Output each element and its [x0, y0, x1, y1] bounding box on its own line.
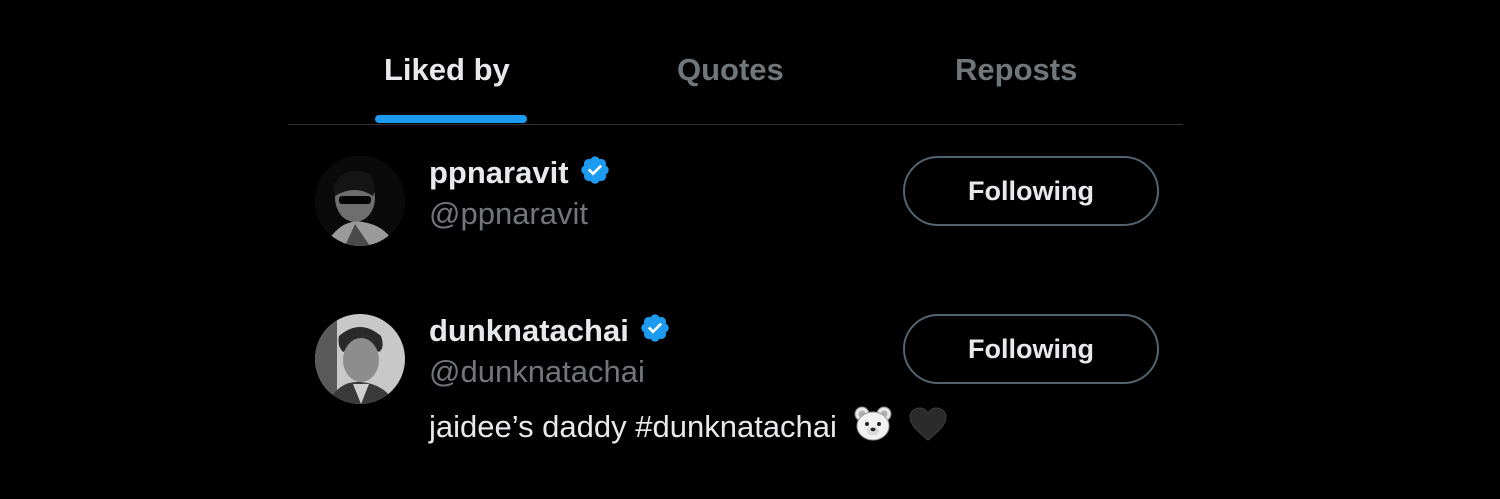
following-button[interactable]: Following — [903, 314, 1159, 384]
display-name-text[interactable]: ppnaravit — [429, 155, 569, 190]
user-list-item[interactable]: ppnaravit @ppnaravit Following — [288, 150, 1183, 260]
user-list-item[interactable]: dunknatachai @dunknatachai Following jai… — [288, 308, 1183, 448]
user-handle[interactable]: @ppnaravit — [429, 196, 588, 232]
black-heart-emoji-icon — [908, 406, 948, 450]
tab-reposts[interactable]: Reposts — [955, 52, 1077, 88]
liked-by-page: Liked by Quotes Reposts ppnaravit @ppnar… — [0, 0, 1500, 499]
display-name[interactable]: ppnaravit — [429, 154, 611, 191]
avatar[interactable] — [315, 156, 405, 246]
verified-badge-icon — [580, 156, 609, 184]
bio-text: jaidee’s daddy #dunknatachai — [429, 409, 837, 444]
tab-quotes[interactable]: Quotes — [677, 52, 784, 88]
tab-liked-by[interactable]: Liked by — [384, 52, 510, 88]
bear-face-emoji-icon — [854, 406, 892, 450]
avatar[interactable] — [315, 314, 405, 404]
verified-badge-icon — [641, 314, 669, 342]
display-name[interactable]: dunknatachai — [429, 312, 671, 349]
user-handle[interactable]: @dunknatachai — [429, 354, 645, 390]
tab-bar: Liked by Quotes Reposts — [288, 0, 1183, 125]
following-button[interactable]: Following — [903, 156, 1159, 226]
active-tab-indicator — [375, 115, 527, 123]
display-name-text[interactable]: dunknatachai — [429, 313, 629, 348]
user-bio: jaidee’s daddy #dunknatachai — [429, 406, 948, 450]
